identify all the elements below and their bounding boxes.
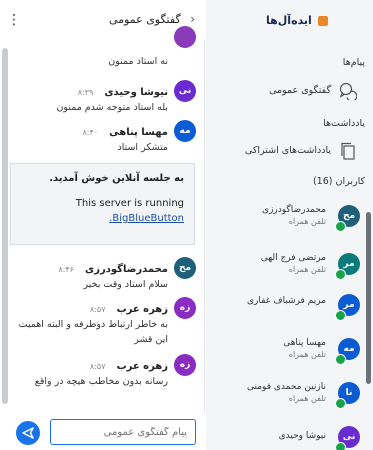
welcome-message: به جلسه آنلاین خوش آمدید. This server is…: [10, 163, 195, 245]
welcome-text: This server is running BigBlueButton.: [21, 196, 184, 226]
server-info-text: This server is running: [75, 198, 184, 209]
user-list-panel: ایده‌آل‌ها پیام‌ها گفتگوی عمومی یادداشت‌…: [206, 0, 373, 450]
document-icon: [339, 142, 357, 160]
user-status: تلفن همراه: [288, 394, 326, 403]
chat-message: زه زهره عرب ۸:۵۷ رسانه بدون مخاطب هیچه د…: [11, 354, 196, 389]
avatar: زه: [174, 297, 196, 319]
message-author: نیوشا وحیدی: [104, 87, 168, 98]
avatar: [174, 26, 196, 48]
message-text: بله استاد متوجه شدم ممنون: [56, 102, 168, 113]
chat-message-input[interactable]: [50, 419, 196, 445]
message-time: ۸:۳۹: [77, 88, 94, 97]
user-name: نیوشا وحیدی: [278, 431, 326, 441]
brand-logo: ایده‌آل‌ها: [266, 14, 328, 27]
message-author: محمدرضاگودرزی: [85, 264, 168, 275]
user-name: مریم فرشباف غفاری: [247, 296, 326, 306]
mobile-phone-icon: [335, 221, 346, 232]
chat-bubbles-icon: [339, 82, 358, 102]
user-name: محمدرضاگودرزی: [262, 205, 326, 215]
public-chat-label: گفتگوی عمومی: [269, 85, 331, 96]
hide-chat-button[interactable]: ‹ گفتگوی عمومی: [109, 12, 195, 26]
message-author: زهره عرب: [116, 361, 168, 372]
user-list-item[interactable]: مه مهسا پناهی تلفن همراه: [206, 336, 366, 372]
message-author: مهسا پناهی: [109, 127, 168, 138]
message-time: ۸:۵۷: [89, 362, 106, 371]
user-name: مرتضی فرج الهی: [260, 253, 326, 263]
chat-title: گفتگوی عمومی: [109, 13, 181, 26]
user-list-scrollbar[interactable]: [366, 212, 371, 384]
user-status: تلفن همراه: [288, 350, 326, 359]
user-name: مهسا پناهی: [283, 338, 326, 348]
mobile-phone-icon: [335, 442, 346, 450]
send-icon: [22, 427, 34, 439]
user-status: تلفن همراه: [288, 217, 326, 226]
welcome-title: به جلسه آنلاین خوش آمدید.: [49, 173, 184, 184]
message-time: ۸:۵۷: [89, 305, 106, 314]
mobile-phone-icon: [335, 269, 346, 280]
avatar: مح: [174, 257, 196, 279]
user-status: تلفن همراه: [288, 265, 326, 274]
messages-section-title: پیام‌ها: [342, 57, 365, 68]
shared-notes-item[interactable]: یادداشت‌های اشتراکی: [206, 142, 373, 162]
chat-message: زه زهره عرب ۸:۵۷ به خاطر ارتباط دوطرفه و…: [11, 297, 196, 347]
message-text: سلام استاد وقت بخیر: [83, 279, 168, 290]
chat-scrollbar-thumb[interactable]: [2, 48, 8, 404]
chat-message: نه استاد ممنون: [11, 26, 196, 69]
chat-message: نی نیوشا وحیدی ۸:۳۹ بله استاد متوجه شدم …: [11, 80, 196, 115]
message-text: رسانه بدون مخاطب هیچه در واقع: [34, 376, 168, 387]
message-time: ۸:۴۰: [82, 128, 99, 137]
user-list-item[interactable]: مح محمدرضاگودرزی تلفن همراه: [206, 203, 366, 239]
chat-compose: [0, 413, 205, 450]
bigbluebutton-link[interactable]: BigBlueButton.: [109, 213, 184, 224]
mobile-phone-icon: [335, 398, 346, 409]
message-time: ۸:۴۶: [58, 265, 74, 274]
mobile-phone-icon: [335, 310, 346, 321]
chat-message: مه مهسا پناهی ۸:۴۰ متشکر استاد: [11, 120, 196, 155]
shared-notes-label: یادداشت‌های اشتراکی: [244, 145, 331, 156]
public-chat-item[interactable]: گفتگوی عمومی: [206, 82, 373, 102]
message-author: زهره عرب: [116, 304, 168, 315]
chevron-left-icon: ‹: [190, 12, 195, 26]
send-message-button[interactable]: [16, 421, 40, 445]
brand-header: ایده‌آل‌ها: [206, 0, 373, 40]
notes-section-title: یادداشت‌ها: [323, 118, 365, 129]
users-section-title: کاربران (16): [312, 176, 365, 187]
message-text: به خاطر ارتباط دوطرفه و البته اهمیت این …: [18, 319, 168, 345]
chat-panel: ⋮ ‹ گفتگوی عمومی نه استاد ممنون نی نیوشا…: [0, 0, 205, 450]
logo-mark-icon: [317, 16, 328, 26]
brand-name: ایده‌آل‌ها: [266, 14, 312, 27]
mobile-phone-icon: [335, 354, 346, 365]
user-list-item[interactable]: نی نیوشا وحیدی: [206, 424, 366, 450]
message-text: متشکر استاد: [117, 142, 168, 153]
avatar: نی: [174, 80, 196, 102]
user-list-item[interactable]: مر مریم فرشباف غفاری: [206, 292, 366, 328]
avatar: مه: [174, 120, 196, 142]
message-text: نه استاد ممنون: [108, 56, 168, 67]
user-name: نازنین محمدی فومنی: [247, 382, 326, 392]
user-list-item[interactable]: نا نازنین محمدی فومنی تلفن همراه: [206, 380, 366, 416]
avatar: زه: [174, 354, 196, 376]
more-options-icon[interactable]: ⋮: [7, 12, 21, 30]
user-list-item[interactable]: مر مرتضی فرج الهی تلفن همراه: [206, 251, 366, 287]
chat-message: مح محمدرضاگودرزی ۸:۴۶ سلام استاد وقت بخی…: [11, 257, 196, 292]
